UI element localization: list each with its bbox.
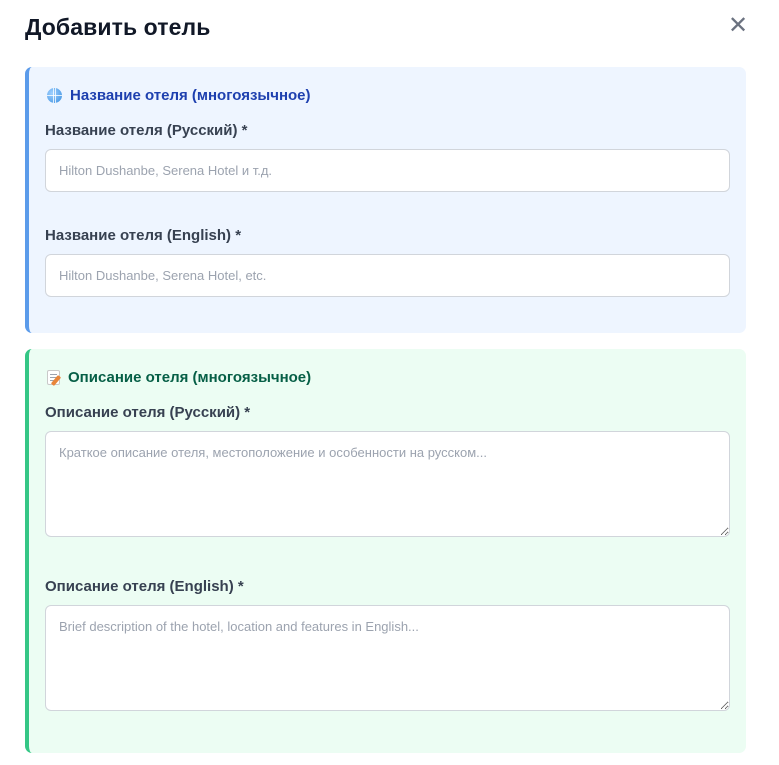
close-icon: ✕ [727, 12, 749, 39]
hotel-description-section: Описание отеля (многоязычное) Описание о… [25, 349, 746, 753]
hotel-name-section-heading: Название отеля (многоязычное) [47, 87, 311, 104]
hotel-description-section-title: Описание отеля (многоязычное) [68, 369, 312, 386]
globe-icon [47, 88, 62, 103]
hotel-description-ru-label: Описание отеля (Русский) * [45, 404, 251, 421]
add-hotel-modal: Добавить отель ✕ Название отеля (многояз… [0, 0, 779, 765]
hotel-description-en-label: Описание отеля (English) * [45, 578, 244, 595]
hotel-name-section: Название отеля (многоязычное) Название о… [25, 67, 746, 333]
modal-title: Добавить отель [25, 14, 211, 40]
close-button[interactable]: ✕ [726, 14, 750, 38]
hotel-description-section-heading: Описание отеля (многоязычное) [47, 369, 311, 386]
hotel-name-en-input[interactable] [45, 254, 730, 297]
hotel-name-ru-input[interactable] [45, 149, 730, 192]
hotel-name-ru-label: Название отеля (Русский) * [45, 122, 248, 139]
hotel-description-ru-textarea[interactable] [45, 431, 730, 537]
hotel-description-en-textarea[interactable] [45, 605, 730, 711]
memo-icon [47, 370, 60, 385]
hotel-name-en-label: Название отеля (English) * [45, 227, 242, 244]
hotel-name-section-title: Название отеля (многоязычное) [70, 87, 311, 104]
